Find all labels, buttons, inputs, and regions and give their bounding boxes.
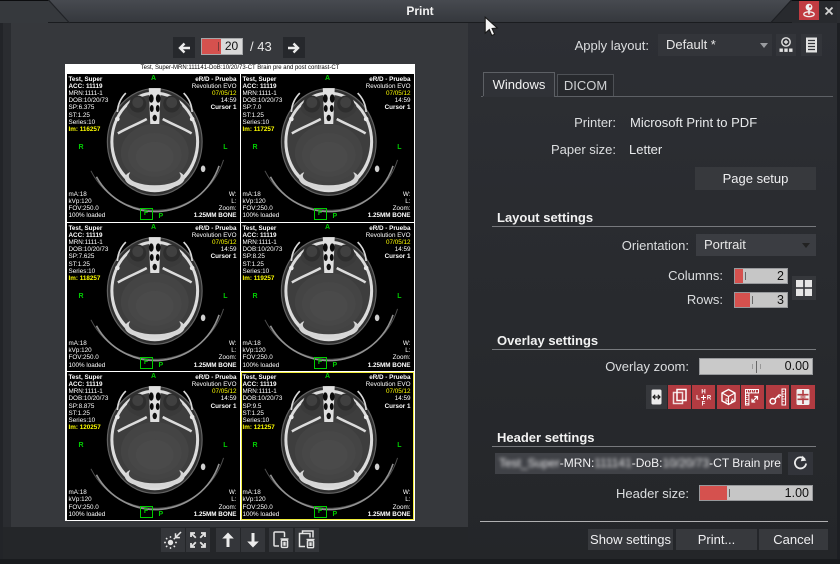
svg-text:F: F	[702, 402, 706, 408]
svg-text:R: R	[725, 399, 729, 405]
svg-text:R: R	[707, 396, 712, 402]
svg-text:H: H	[701, 390, 705, 396]
svg-text:A: A	[731, 399, 735, 405]
svg-text:L: L	[696, 396, 700, 402]
